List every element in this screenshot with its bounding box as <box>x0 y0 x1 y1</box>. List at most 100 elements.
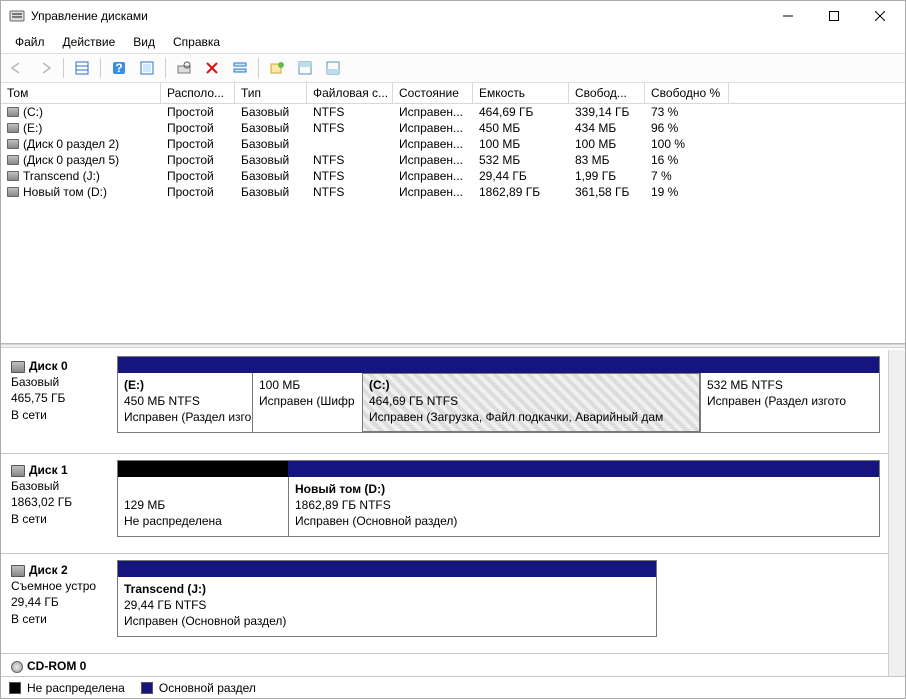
volume-capacity: 29,44 ГБ <box>473 168 569 184</box>
col-volume[interactable]: Том <box>1 83 161 103</box>
refresh-button[interactable] <box>135 56 159 80</box>
cdrom-title: CD-ROM 0 <box>27 659 86 673</box>
back-button[interactable] <box>5 56 29 80</box>
view-list-button[interactable] <box>70 56 94 80</box>
col-status[interactable]: Состояние <box>393 83 473 103</box>
cdrom-label[interactable]: CD-ROM 0 <box>1 654 113 676</box>
layout-bottom-button[interactable] <box>321 56 345 80</box>
part-size: 450 МБ NTFS <box>124 393 246 409</box>
part-status: Исправен (Основной раздел) <box>295 513 842 529</box>
volume-row[interactable]: Новый том (D:)ПростойБазовыйNTFSИсправен… <box>1 184 905 200</box>
part-size: 129 МБ <box>124 497 282 513</box>
volume-icon <box>7 139 19 149</box>
partition-recovery[interactable]: 100 МБ Исправен (Шифр <box>252 373 362 432</box>
volume-name: (Диск 0 раздел 5) <box>23 153 119 167</box>
volume-row[interactable]: (E:)ПростойБазовыйNTFSИсправен...450 МБ4… <box>1 120 905 136</box>
disk1-type: Базовый <box>11 478 107 494</box>
volume-status: Исправен... <box>393 104 473 120</box>
volume-fs: NTFS <box>307 120 393 136</box>
minimize-button[interactable] <box>765 1 811 31</box>
volume-capacity: 464,69 ГБ <box>473 104 569 120</box>
rescan-button[interactable] <box>172 56 196 80</box>
disk2-status: В сети <box>11 611 107 627</box>
disk0-label[interactable]: Диск 0 Базовый 465,75 ГБ В сети <box>1 350 113 453</box>
disk0-stripe <box>118 357 879 373</box>
volume-name: (C:) <box>23 105 43 119</box>
partition-c[interactable]: (C:) 464,69 ГБ NTFS Исправен (Загрузка, … <box>362 373 700 432</box>
cdrom-icon <box>11 661 23 673</box>
disk0-status: В сети <box>11 407 107 423</box>
volume-row[interactable]: (Диск 0 раздел 5)ПростойБазовыйNTFSИспра… <box>1 152 905 168</box>
partition-5[interactable]: 532 МБ NTFS Исправен (Раздел изгото <box>700 373 848 432</box>
menubar: Файл Действие Вид Справка <box>1 31 905 53</box>
disk2-graph: Transcend (J:) 29,44 ГБ NTFS Исправен (О… <box>113 554 888 653</box>
col-free[interactable]: Свобод... <box>569 83 645 103</box>
volume-type: Базовый <box>235 136 307 152</box>
disk-scroll-area: Диск 0 Базовый 465,75 ГБ В сети (E:) <box>1 350 888 676</box>
volume-fs <box>307 136 393 152</box>
layout-top-button[interactable] <box>293 56 317 80</box>
volume-icon <box>7 155 19 165</box>
disk-row-cdrom: CD-ROM 0 <box>1 654 888 676</box>
menu-help[interactable]: Справка <box>165 33 228 51</box>
help-button[interactable]: ? <box>107 56 131 80</box>
disk0-type: Базовый <box>11 374 107 390</box>
part-size: 1862,89 ГБ NTFS <box>295 497 842 513</box>
part-name: Transcend (J:) <box>124 581 646 597</box>
volume-pct: 16 % <box>645 152 729 168</box>
col-pct[interactable]: Свободно % <box>645 83 729 103</box>
svg-text:?: ? <box>115 61 122 75</box>
legend-primary-label: Основной раздел <box>159 681 256 695</box>
volume-layout: Простой <box>161 136 235 152</box>
col-layout[interactable]: Располо... <box>161 83 235 103</box>
partition-unallocated[interactable]: 129 МБ Не распределена <box>118 477 288 536</box>
partition-d[interactable]: Новый том (D:) 1862,89 ГБ NTFS Исправен … <box>288 477 848 536</box>
volume-capacity: 532 МБ <box>473 152 569 168</box>
disk1-unalloc-stripe <box>118 461 288 477</box>
titlebar: Управление дисками <box>1 1 905 31</box>
part-size: 464,69 ГБ NTFS <box>369 393 694 409</box>
menu-view[interactable]: Вид <box>125 33 163 51</box>
toolbar-separator <box>258 58 259 78</box>
forward-button[interactable] <box>33 56 57 80</box>
disk1-size: 1863,02 ГБ <box>11 494 107 510</box>
grid-header: Том Располо... Тип Файловая с... Состоян… <box>1 83 905 104</box>
volume-row[interactable]: (Диск 0 раздел 2)ПростойБазовыйИсправен.… <box>1 136 905 152</box>
disk1-title: Диск 1 <box>29 463 68 477</box>
volume-icon <box>7 187 19 197</box>
properties-button[interactable] <box>228 56 252 80</box>
partition-e[interactable]: (E:) 450 МБ NTFS Исправен (Раздел изго <box>118 373 252 432</box>
col-capacity[interactable]: Емкость <box>473 83 569 103</box>
volume-type: Базовый <box>235 184 307 200</box>
volume-row[interactable]: (C:)ПростойБазовыйNTFSИсправен...464,69 … <box>1 104 905 120</box>
close-button[interactable] <box>857 1 903 31</box>
disk1-primary-stripe <box>288 461 879 477</box>
disk-icon <box>11 361 25 373</box>
col-type[interactable]: Тип <box>235 83 307 103</box>
col-fs[interactable]: Файловая с... <box>307 83 393 103</box>
volume-icon <box>7 123 19 133</box>
volume-type: Базовый <box>235 104 307 120</box>
menu-file[interactable]: Файл <box>7 33 53 51</box>
volume-icon <box>7 107 19 117</box>
disk1-label[interactable]: Диск 1 Базовый 1863,02 ГБ В сети <box>1 454 113 553</box>
delete-button[interactable] <box>200 56 224 80</box>
volume-status: Исправен... <box>393 152 473 168</box>
volume-free: 361,58 ГБ <box>569 184 645 200</box>
new-volume-button[interactable] <box>265 56 289 80</box>
maximize-button[interactable] <box>811 1 857 31</box>
volume-status: Исправен... <box>393 120 473 136</box>
volume-row[interactable]: Transcend (J:)ПростойБазовыйNTFSИсправен… <box>1 168 905 184</box>
volume-type: Базовый <box>235 120 307 136</box>
disk-management-window: Управление дисками Файл Действие Вид Спр… <box>0 0 906 699</box>
legend-unallocated: Не распределена <box>9 681 125 695</box>
disk2-label[interactable]: Диск 2 Съемное устро 29,44 ГБ В сети <box>1 554 113 653</box>
volume-status: Исправен... <box>393 168 473 184</box>
part-name: Новый том (D:) <box>295 481 842 497</box>
part-name: (C:) <box>369 377 694 393</box>
legend-swatch-blue <box>141 682 153 694</box>
menu-action[interactable]: Действие <box>55 33 124 51</box>
volume-capacity: 450 МБ <box>473 120 569 136</box>
partition-j[interactable]: Transcend (J:) 29,44 ГБ NTFS Исправен (О… <box>118 577 652 636</box>
vertical-scrollbar[interactable] <box>888 350 905 676</box>
